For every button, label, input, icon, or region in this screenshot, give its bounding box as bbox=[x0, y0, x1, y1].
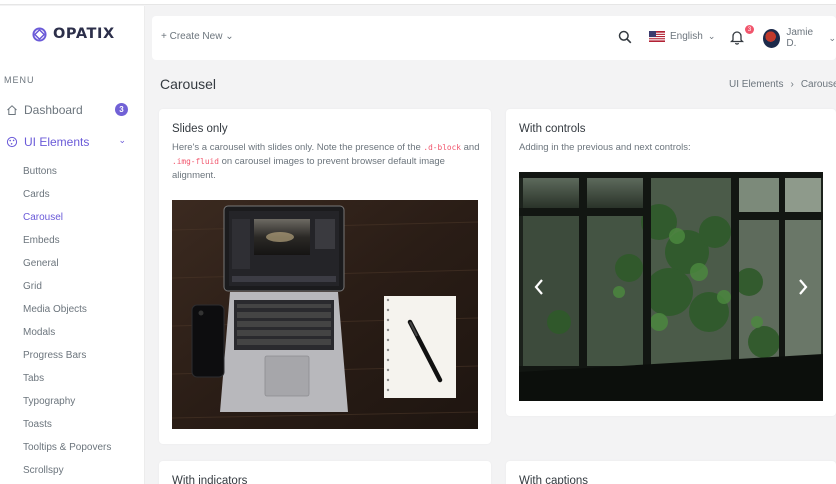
breadcrumb-item-active: Carousel bbox=[800, 79, 836, 90]
card-title: With indicators bbox=[172, 475, 248, 484]
dashboard-badge: 3 bbox=[115, 103, 128, 116]
user-name: Jamie D. bbox=[786, 27, 814, 49]
page-title: Carousel bbox=[160, 76, 217, 92]
laptop-desk-photo bbox=[172, 200, 478, 429]
desc-text: Here's a carousel with slides only. Note… bbox=[172, 142, 424, 153]
window-plants-photo bbox=[519, 172, 823, 401]
home-icon bbox=[6, 104, 18, 116]
code-d-block: .d-block bbox=[423, 143, 461, 152]
card-with-captions: With captions bbox=[506, 461, 836, 484]
top-strip bbox=[0, 0, 836, 5]
sidebar-subitem-carousel[interactable]: Carousel bbox=[23, 211, 63, 225]
sidebar-subitem-progress-bars[interactable]: Progress Bars bbox=[23, 349, 86, 363]
sidebar-item-label: Dashboard bbox=[24, 103, 83, 117]
sidebar-subitem-typography[interactable]: Typography bbox=[23, 395, 75, 409]
card-title: With captions bbox=[519, 475, 589, 484]
card-slides-only: Slides only Here's a carousel with slide… bbox=[159, 109, 491, 444]
breadcrumb-separator: › bbox=[790, 79, 794, 90]
create-new-button[interactable]: + Create New ⌄ bbox=[161, 31, 234, 42]
desc-text: and bbox=[460, 142, 480, 153]
breadcrumb: UI Elements › Carousel bbox=[729, 79, 836, 90]
sidebar-item-dashboard[interactable]: Dashboard 3 bbox=[6, 100, 132, 120]
carousel-with-controls bbox=[519, 172, 823, 401]
card-title: Slides only bbox=[172, 123, 228, 135]
language-label: English bbox=[670, 31, 703, 42]
user-menu[interactable]: Jamie D. ⌄ bbox=[763, 27, 836, 49]
notification-badge: 3 bbox=[745, 25, 754, 34]
logo-icon bbox=[32, 26, 47, 42]
sidebar-subitem-scrollspy[interactable]: Scrollspy bbox=[23, 464, 64, 478]
chevron-down-icon: ⌄ bbox=[707, 31, 716, 41]
chevron-right-icon bbox=[799, 278, 808, 295]
sidebar-subitem-embeds[interactable]: Embeds bbox=[23, 234, 60, 248]
carousel-next-button[interactable] bbox=[783, 172, 823, 401]
avatar bbox=[763, 28, 781, 48]
sidebar-subitem-modals[interactable]: Modals bbox=[23, 326, 55, 340]
sidebar-subitem-toasts[interactable]: Toasts bbox=[23, 418, 52, 432]
sidebar-subitem-grid[interactable]: Grid bbox=[23, 280, 42, 294]
bell-icon[interactable] bbox=[729, 29, 745, 50]
search-icon[interactable] bbox=[618, 30, 632, 49]
sidebar-subitem-cards[interactable]: Cards bbox=[23, 188, 50, 202]
sidebar-item-label: UI Elements bbox=[24, 135, 90, 149]
brand-logo[interactable]: OPATIX bbox=[32, 26, 115, 42]
code-img-fluid: .img-fluid bbox=[172, 157, 219, 166]
card-with-controls: With controls Adding in the previous and… bbox=[506, 109, 836, 416]
top-header: + Create New ⌄ English ⌄ 3 Jamie D. ⌄ bbox=[152, 16, 836, 60]
card-title: With controls bbox=[519, 123, 586, 135]
sidebar: OPATIX MENU Dashboard 3 UI Elements ⌄ Bu… bbox=[0, 6, 145, 484]
breadcrumb-item[interactable]: UI Elements bbox=[729, 79, 783, 90]
sidebar-subitem-tooltips-popovers[interactable]: Tooltips & Popovers bbox=[23, 441, 111, 455]
palette-icon bbox=[6, 136, 18, 148]
language-selector[interactable]: English ⌄ bbox=[649, 31, 715, 42]
sidebar-subitem-media-objects[interactable]: Media Objects bbox=[23, 303, 87, 317]
sidebar-subitem-tabs[interactable]: Tabs bbox=[23, 372, 44, 386]
menu-title: MENU bbox=[4, 75, 35, 85]
card-description: Here's a carousel with slides only. Note… bbox=[172, 141, 480, 183]
chevron-down-icon: ⌄ bbox=[828, 32, 836, 43]
carousel-prev-button[interactable] bbox=[519, 172, 559, 401]
us-flag-icon bbox=[649, 31, 665, 42]
chevron-left-icon bbox=[534, 278, 543, 295]
chevron-down-icon: ⌄ bbox=[118, 135, 126, 145]
brand-name: OPATIX bbox=[53, 26, 115, 42]
sidebar-subitem-buttons[interactable]: Buttons bbox=[23, 165, 57, 179]
carousel-slide-image bbox=[172, 200, 478, 429]
card-with-indicators: With indicators bbox=[159, 461, 491, 484]
card-description: Adding in the previous and next controls… bbox=[519, 142, 691, 153]
sidebar-item-ui-elements[interactable]: UI Elements ⌄ bbox=[6, 132, 132, 152]
sidebar-subitem-general[interactable]: General bbox=[23, 257, 59, 271]
